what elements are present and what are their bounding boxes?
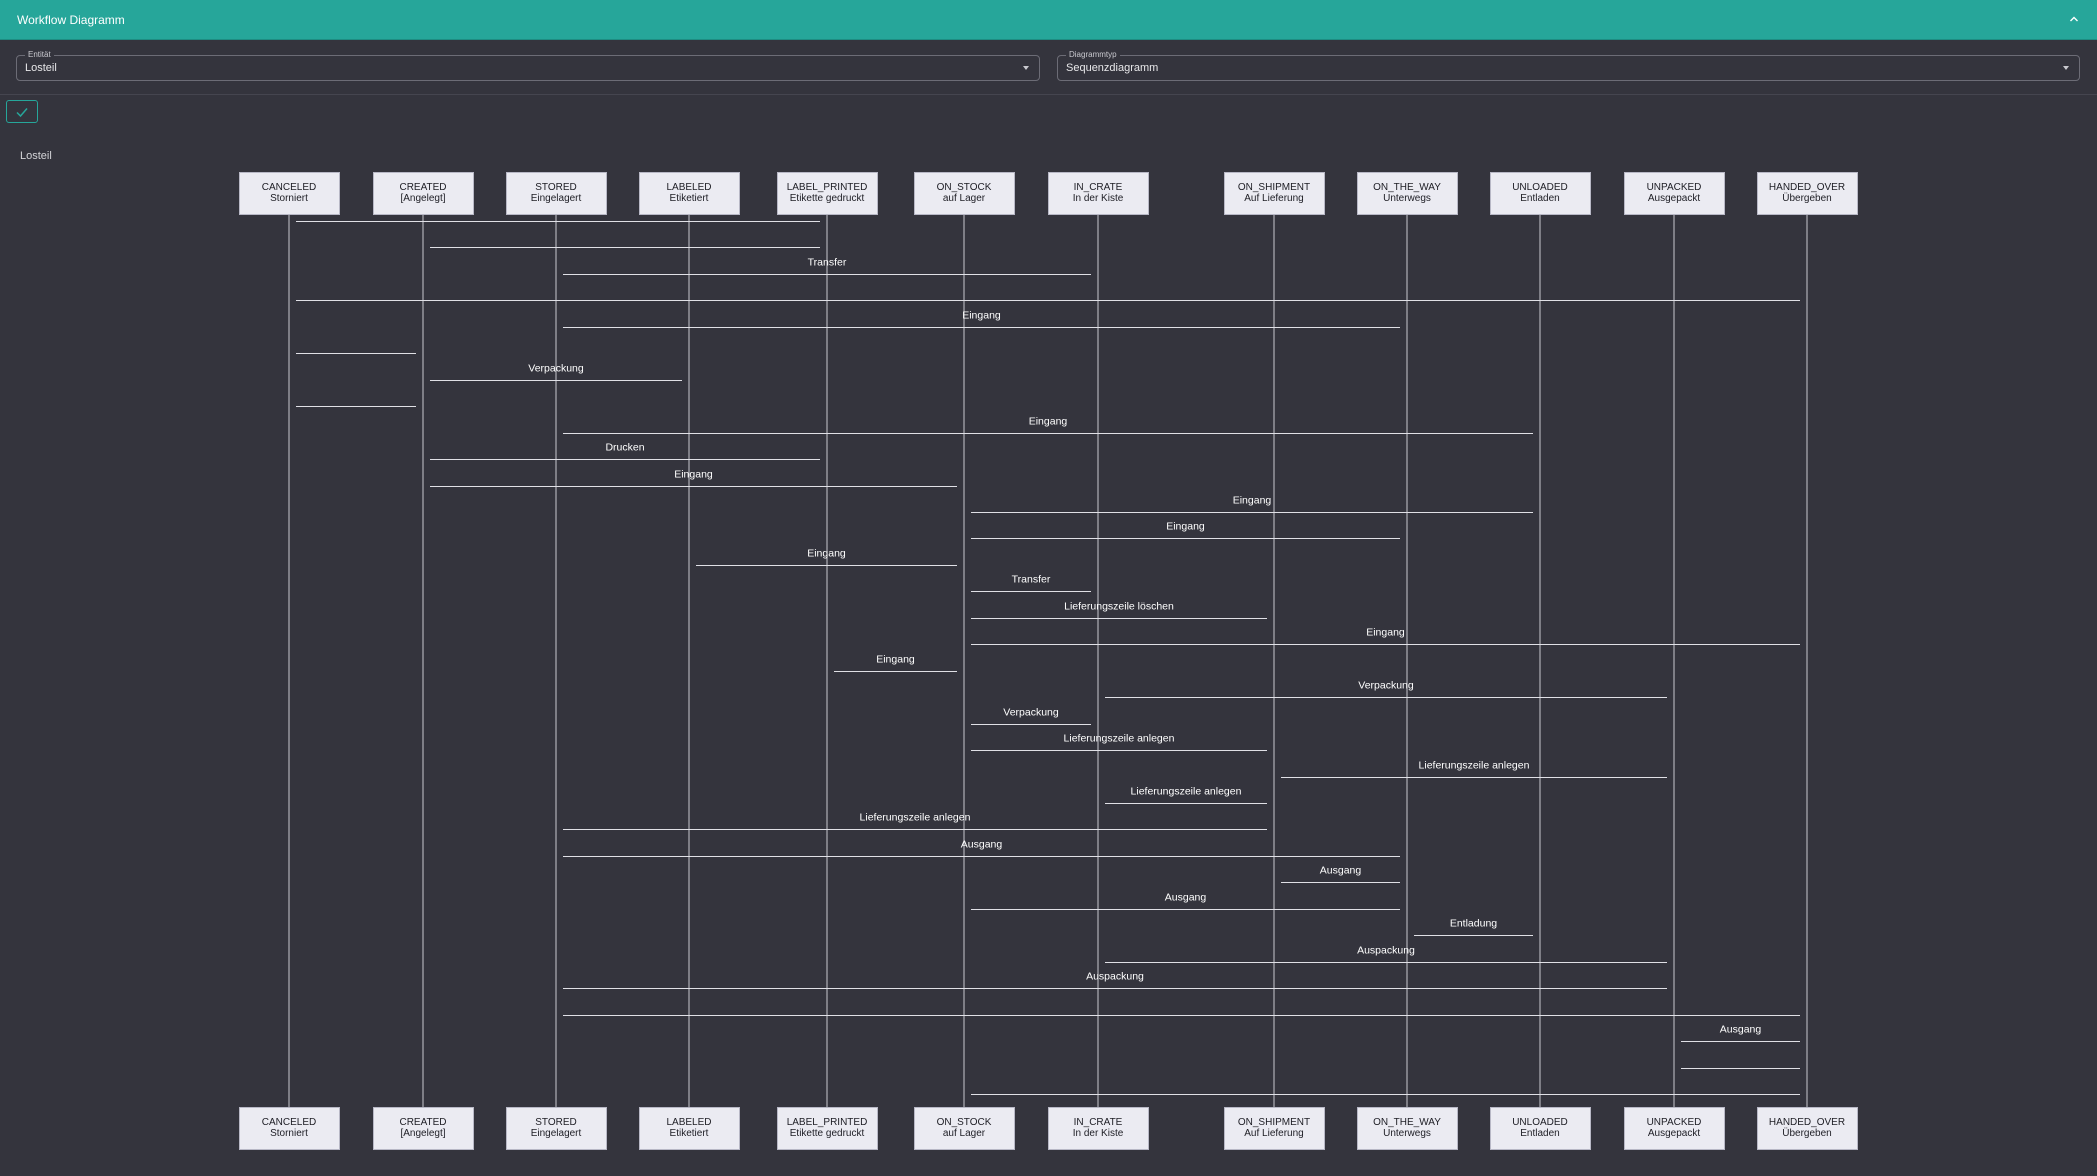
message-label: Transfer	[1012, 574, 1051, 586]
message-label: Lieferungszeile anlegen	[1419, 760, 1530, 772]
actor-top-unloaded: UNLOADEDEntladen	[1490, 172, 1591, 215]
actor-state-label: Entladen	[1520, 193, 1559, 204]
actor-top-created: CREATED[Angelegt]	[373, 172, 474, 215]
actor-bottom-labeled: LABELEDEtiketiert	[639, 1107, 740, 1150]
actor-state-label: Etikette gedruckt	[790, 1128, 865, 1139]
actor-bottom-handed-over: HANDED_OVERÜbergeben	[1757, 1107, 1858, 1150]
message-label: Eingang	[1166, 521, 1205, 533]
actor-state-label: [Angelegt]	[400, 1128, 445, 1139]
actor-state-code: UNPACKED	[1647, 182, 1702, 193]
message-label: Lieferungszeile löschen	[1064, 601, 1174, 613]
actor-state-code: HANDED_OVER	[1769, 182, 1845, 193]
actor-top-canceled: CANCELEDStorniert	[239, 172, 340, 215]
message-label: Lieferungszeile anlegen	[860, 812, 971, 824]
actor-top-on-the-way: ON_THE_WAYUnterwegs	[1357, 172, 1458, 215]
actor-state-code: HANDED_OVER	[1769, 1117, 1845, 1128]
actor-state-label: Etiketiert	[670, 1128, 709, 1139]
actor-bottom-on-the-way: ON_THE_WAYUnterwegs	[1357, 1107, 1458, 1150]
actor-state-label: [Angelegt]	[400, 193, 445, 204]
actor-bottom-in-crate: IN_CRATEIn der Kiste	[1048, 1107, 1149, 1150]
actor-state-label: In der Kiste	[1073, 193, 1124, 204]
actor-state-label: Übergeben	[1782, 1127, 1831, 1139]
message-label: Eingang	[807, 548, 846, 560]
message-label: Eingang	[1029, 416, 1068, 428]
actor-state-code: ON_STOCK	[937, 1117, 992, 1128]
message-label: Eingang	[674, 469, 713, 481]
actor-state-code: CANCELED	[262, 1117, 316, 1128]
actor-top-labeled: LABELEDEtiketiert	[639, 172, 740, 215]
message-label: Ausgang	[1320, 865, 1362, 877]
actor-state-code: IN_CRATE	[1074, 1117, 1123, 1128]
actor-bottom-on-shipment: ON_SHIPMENTAuf Lieferung	[1224, 1107, 1325, 1150]
sequence-diagram: Transfer Eingang Verpackung Eingang Drucken E…	[239, 172, 1858, 1150]
actor-state-code: LABEL_PRINTED	[787, 182, 868, 193]
actor-state-label: Ausgepackt	[1648, 193, 1700, 204]
message-label: Entladung	[1450, 918, 1497, 930]
message-label: Transfer	[808, 257, 847, 269]
message-label: Ausgang	[1165, 892, 1207, 904]
actor-state-code: ON_THE_WAY	[1373, 182, 1441, 193]
message-label: Eingang	[1366, 627, 1405, 639]
message-label: Lieferungszeile anlegen	[1064, 733, 1175, 745]
actor-state-code: UNLOADED	[1512, 182, 1568, 193]
actor-top-on-stock: ON_STOCKauf Lager	[914, 172, 1015, 215]
actor-state-label: auf Lager	[943, 193, 986, 204]
actor-state-label: Storniert	[270, 193, 308, 204]
actor-bottom-created: CREATED[Angelegt]	[373, 1107, 474, 1150]
message-label: Eingang	[876, 654, 915, 666]
actor-top-in-crate: IN_CRATEIn der Kiste	[1048, 172, 1149, 215]
actor-state-label: Unterwegs	[1383, 1128, 1431, 1139]
actor-bottom-unpacked: UNPACKEDAusgepackt	[1624, 1107, 1725, 1150]
actor-state-label: Etikette gedruckt	[790, 193, 865, 204]
actor-state-code: STORED	[535, 1117, 577, 1128]
actor-state-label: Übergeben	[1782, 192, 1831, 204]
actor-bottom-canceled: CANCELEDStorniert	[239, 1107, 340, 1150]
actor-top-label-printed: LABEL_PRINTEDEtikette gedruckt	[777, 172, 878, 215]
actor-state-label: Eingelagert	[531, 1128, 582, 1139]
actor-state-code: IN_CRATE	[1074, 182, 1123, 193]
actor-top-unpacked: UNPACKEDAusgepackt	[1624, 172, 1725, 215]
actor-top-handed-over: HANDED_OVERÜbergeben	[1757, 172, 1858, 215]
actor-state-code: UNLOADED	[1512, 1117, 1568, 1128]
message-label: Drucken	[605, 442, 644, 454]
actor-state-code: ON_SHIPMENT	[1238, 1117, 1310, 1128]
actor-state-code: LABELED	[666, 182, 711, 193]
actor-state-code: ON_STOCK	[937, 182, 992, 193]
actor-bottom-on-stock: ON_STOCKauf Lager	[914, 1107, 1015, 1150]
actor-state-label: auf Lager	[943, 1128, 986, 1139]
actor-state-code: LABELED	[666, 1117, 711, 1128]
actor-state-label: Auf Lieferung	[1244, 1128, 1304, 1139]
actor-state-label: Etiketiert	[670, 193, 709, 204]
message-label: Eingang	[1233, 495, 1272, 507]
message-label: Verpackung	[528, 363, 584, 375]
message-label: Verpackung	[1003, 707, 1059, 719]
message-label: Ausgang	[1720, 1024, 1762, 1036]
actor-state-code: ON_SHIPMENT	[1238, 182, 1310, 193]
actor-top-stored: STOREDEingelagert	[506, 172, 607, 215]
actor-state-code: STORED	[535, 182, 577, 193]
actor-state-label: Ausgepackt	[1648, 1128, 1700, 1139]
message-label: Eingang	[962, 310, 1001, 322]
actor-state-code: LABEL_PRINTED	[787, 1117, 868, 1128]
message-label: Lieferungszeile anlegen	[1131, 786, 1242, 798]
actor-bottom-unloaded: UNLOADEDEntladen	[1490, 1107, 1591, 1150]
actor-state-label: Eingelagert	[531, 193, 582, 204]
actor-state-label: In der Kiste	[1073, 1128, 1124, 1139]
actor-state-code: UNPACKED	[1647, 1117, 1702, 1128]
actor-state-code: CREATED	[399, 1117, 446, 1128]
message-label: Ausgang	[961, 839, 1003, 851]
message-label: Auspackung	[1086, 971, 1144, 983]
actor-state-label: Unterwegs	[1383, 193, 1431, 204]
actor-bottom-stored: STOREDEingelagert	[506, 1107, 607, 1150]
actor-top-on-shipment: ON_SHIPMENTAuf Lieferung	[1224, 172, 1325, 215]
actor-state-label: Entladen	[1520, 1128, 1559, 1139]
actor-state-code: CANCELED	[262, 182, 316, 193]
actor-bottom-label-printed: LABEL_PRINTEDEtikette gedruckt	[777, 1107, 878, 1150]
actor-state-label: Auf Lieferung	[1244, 193, 1304, 204]
actor-state-label: Storniert	[270, 1128, 308, 1139]
actor-state-code: ON_THE_WAY	[1373, 1117, 1441, 1128]
message-label: Verpackung	[1358, 680, 1414, 692]
message-label: Auspackung	[1357, 945, 1415, 957]
actor-state-code: CREATED	[399, 182, 446, 193]
